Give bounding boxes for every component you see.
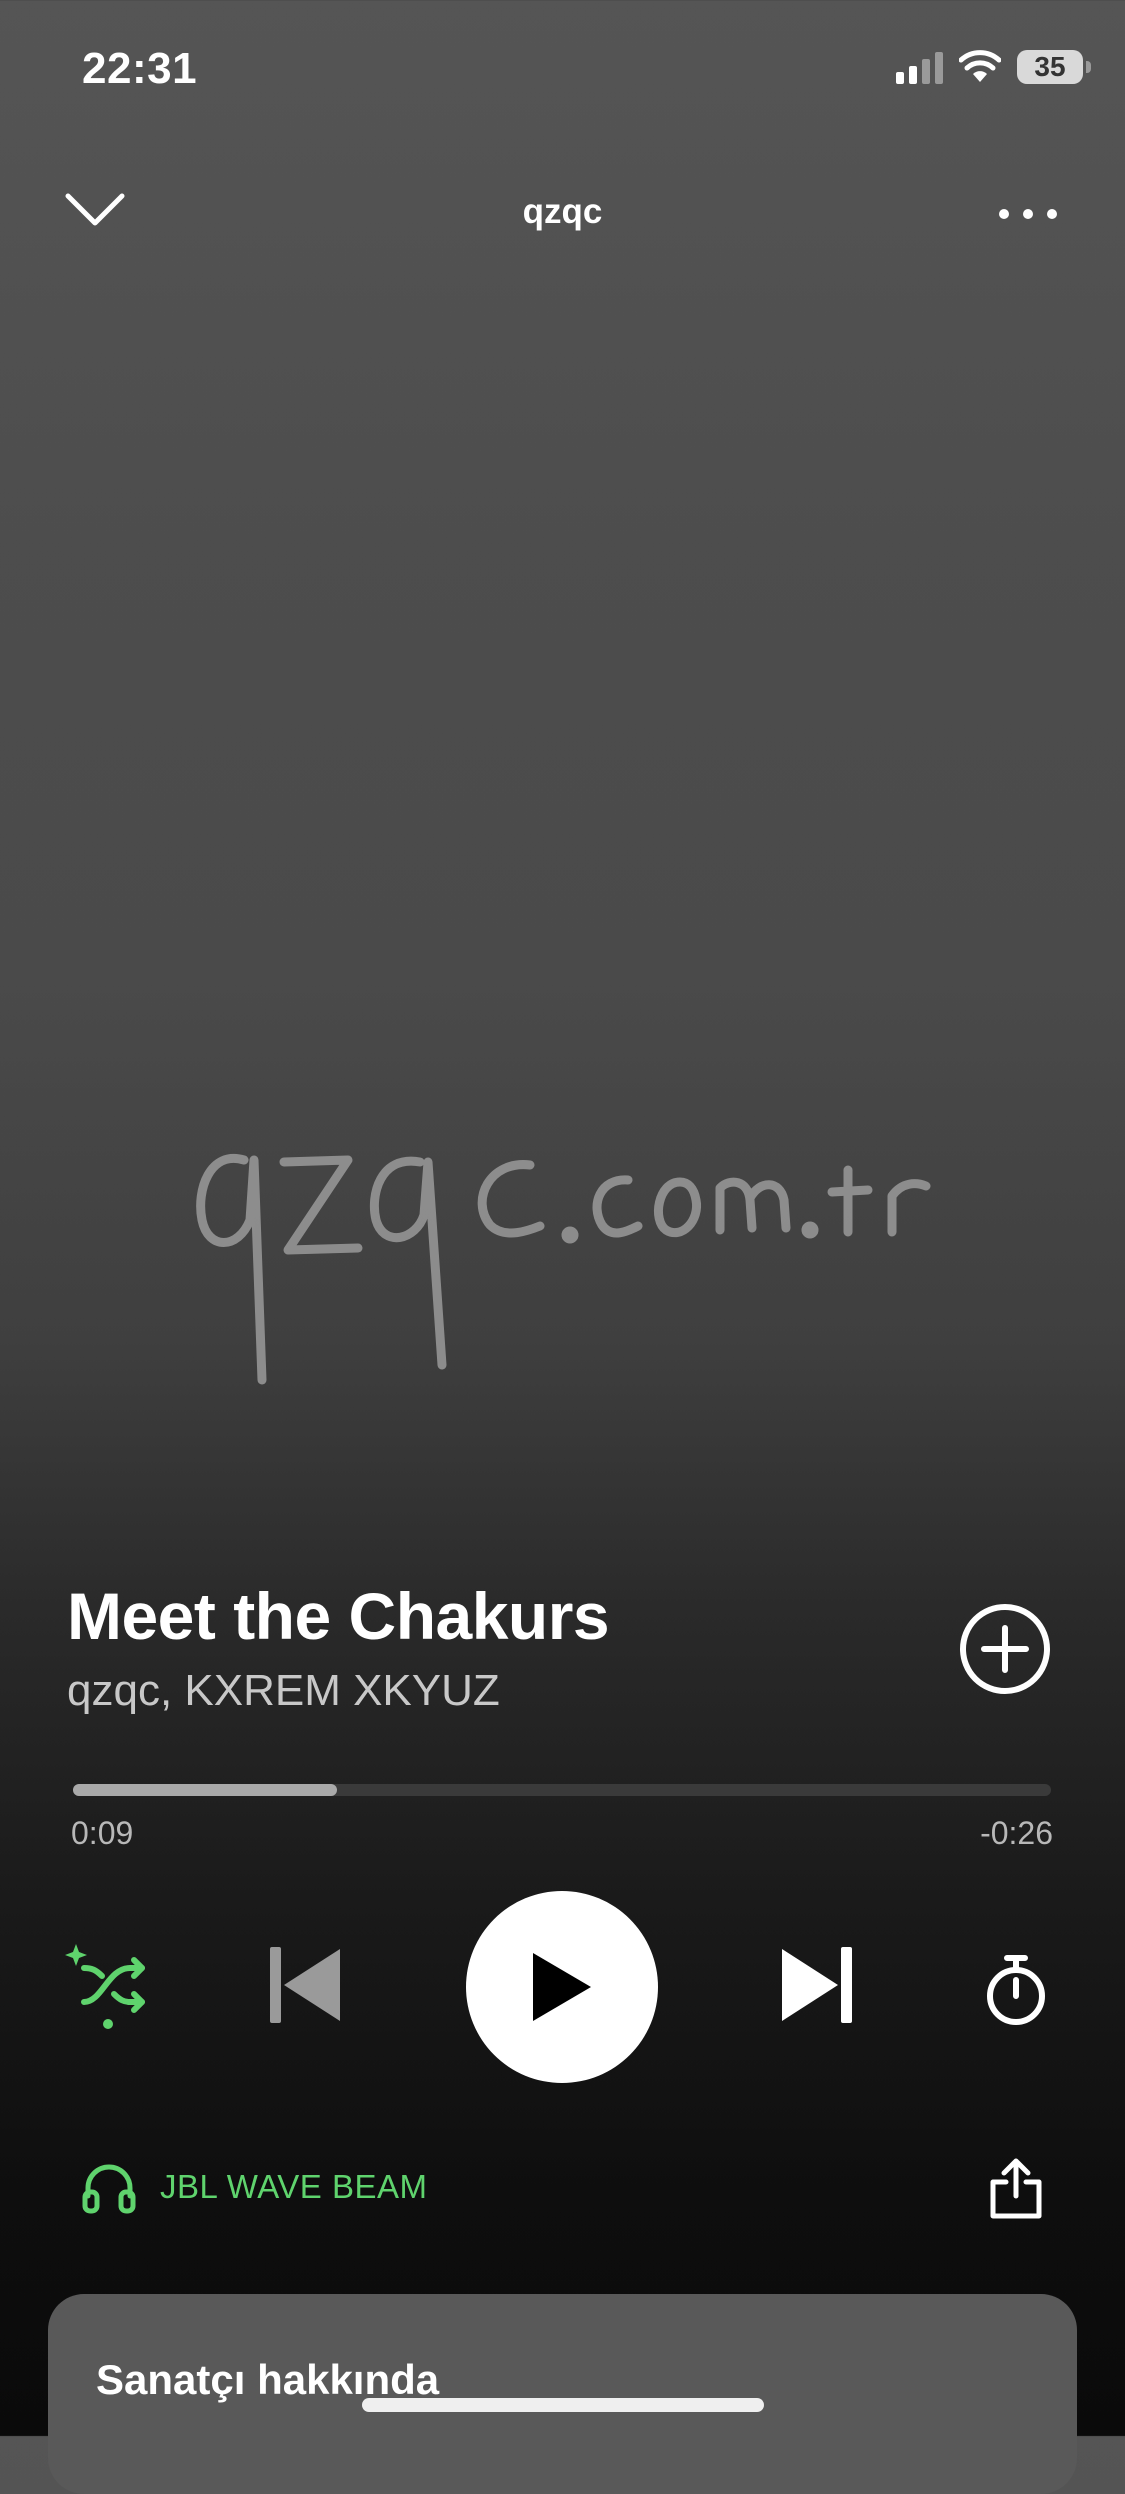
cellular-signal-icon [896,50,943,84]
next-icon [782,1947,852,2023]
more-icon [999,209,1057,219]
progress-bar[interactable] [73,1784,1051,1796]
previous-icon [270,1947,340,2023]
headphones-icon [82,2164,136,2214]
smart-shuffle-button[interactable] [62,1940,154,2030]
sleep-timer-icon [987,1955,1045,2025]
progress-fill [73,1784,338,1796]
elapsed-time: 0:09 [71,1815,134,1851]
next-button[interactable] [772,1940,864,2030]
artwork-watermark [196,1153,931,1385]
battery-level: 35 [1034,51,1066,82]
smart-shuffle-icon [65,1944,145,2029]
add-circle-icon [960,1604,1050,1694]
remaining-time: -0:26 [980,1815,1053,1851]
about-artist-card[interactable]: Sanatçı hakkında [48,2294,1077,2494]
status-time: 22:31 [82,44,198,93]
play-button[interactable] [466,1891,658,2083]
status-icons: 35 [896,50,1091,84]
track-artists[interactable]: qzqc, KXREM XKYUZ [67,1666,500,1716]
add-to-library-button[interactable] [958,1602,1052,1696]
battery-icon: 35 [1017,50,1091,84]
share-button[interactable] [980,2152,1052,2224]
context-title[interactable]: qzqc [0,192,1125,232]
wifi-icon [959,50,1001,82]
home-indicator[interactable] [362,2398,764,2412]
play-icon [533,1953,591,2021]
more-options-button[interactable] [996,202,1060,229]
track-title[interactable]: Meet the Chakurs [67,1578,610,1654]
device-name: JBL WAVE BEAM [160,2168,428,2205]
about-artist-title: Sanatçı hakkında [96,2356,440,2403]
connected-device[interactable]: JBL WAVE BEAM [80,2160,428,2214]
sleep-timer-button[interactable] [970,1945,1062,2035]
previous-button[interactable] [258,1940,350,2030]
share-icon [990,2158,1042,2219]
